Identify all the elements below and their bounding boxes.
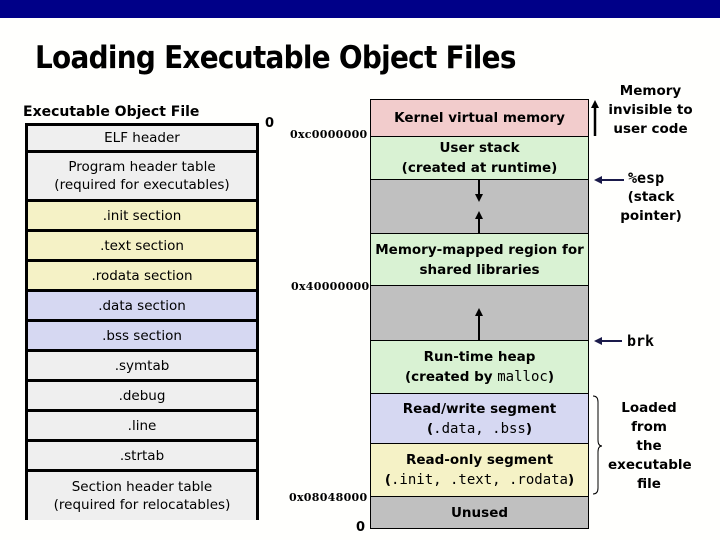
arrows-layer [475, 100, 624, 495]
loaded-brace [592, 395, 603, 495]
